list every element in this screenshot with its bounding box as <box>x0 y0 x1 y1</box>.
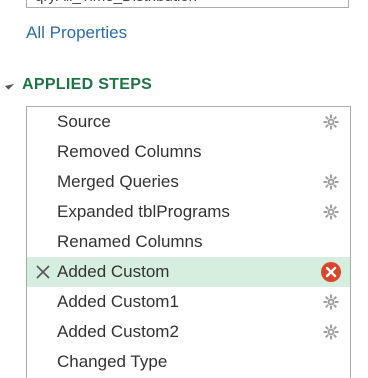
step-label: Source <box>57 112 111 131</box>
step-label: Removed Columns <box>57 142 202 161</box>
step-label: Changed Type <box>57 352 168 371</box>
all-properties-link[interactable]: All Properties <box>26 23 127 43</box>
gear-icon[interactable] <box>323 204 339 220</box>
step-label: Added Custom1 <box>57 292 179 311</box>
step-label: Added Custom <box>57 262 170 281</box>
step-removed-columns[interactable]: Removed Columns <box>27 137 350 167</box>
step-renamed-columns[interactable]: Renamed Columns <box>27 227 350 257</box>
applied-steps-title: APPLIED STEPS <box>22 76 153 93</box>
step-expanded-tblprograms[interactable]: Expanded tblPrograms <box>27 197 350 227</box>
gear-icon[interactable] <box>323 114 339 130</box>
gear-icon[interactable] <box>323 294 339 310</box>
applied-steps-list: Source Removed Columns Merged Queries Ex… <box>26 106 351 378</box>
step-source[interactable]: Source <box>27 107 350 137</box>
step-added-custom2[interactable]: Added Custom2 <box>27 317 350 347</box>
step-label: Renamed Columns <box>57 232 203 251</box>
step-label: Expanded tblPrograms <box>57 202 230 221</box>
query-name-field[interactable]: qryAll_Time_Distribution <box>26 0 349 8</box>
step-merged-queries[interactable]: Merged Queries <box>27 167 350 197</box>
collapse-triangle-icon[interactable] <box>4 80 15 90</box>
gear-icon[interactable] <box>323 174 339 190</box>
error-icon[interactable] <box>320 261 342 283</box>
delete-step-icon[interactable] <box>35 264 51 280</box>
step-added-custom[interactable]: Added Custom <box>27 257 350 287</box>
step-label: Added Custom2 <box>57 322 179 341</box>
step-added-custom1[interactable]: Added Custom1 <box>27 287 350 317</box>
step-changed-type[interactable]: Changed Type <box>27 347 350 377</box>
query-settings-pane: qryAll_Time_Distribution All Properties … <box>0 0 368 378</box>
gear-icon[interactable] <box>323 324 339 340</box>
applied-steps-header[interactable]: APPLIED STEPS <box>4 74 153 96</box>
step-label: Merged Queries <box>57 172 179 191</box>
